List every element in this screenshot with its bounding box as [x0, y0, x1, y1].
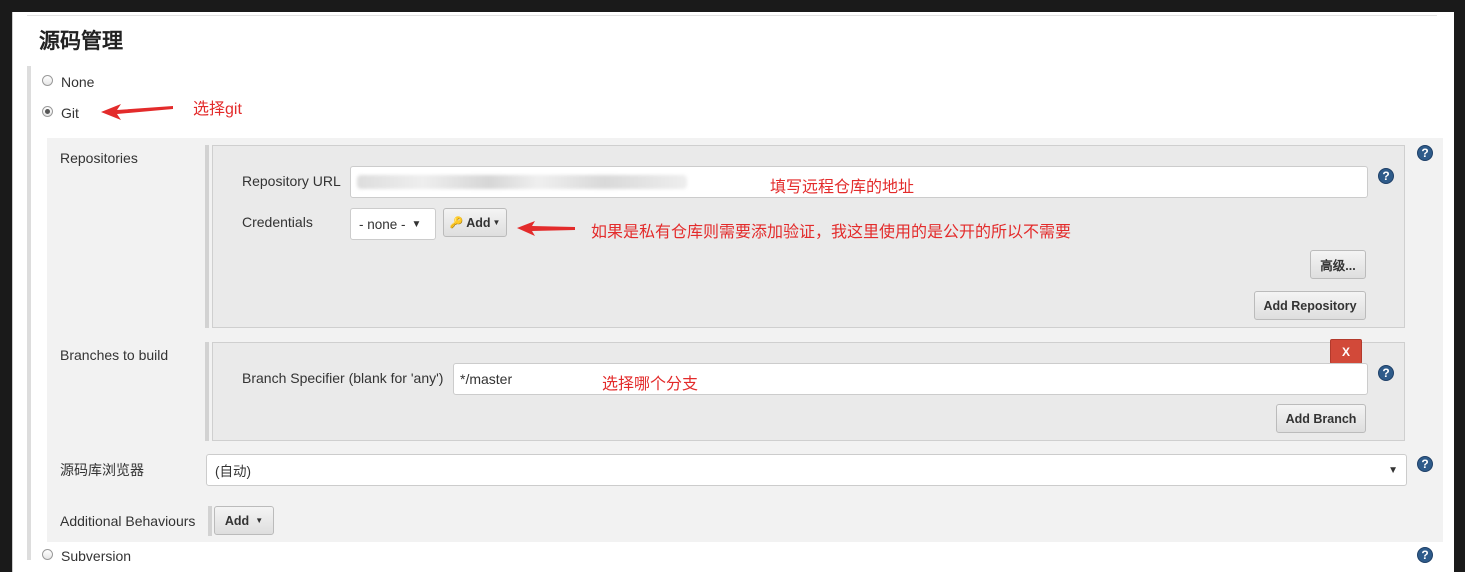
- scm-config-frame: 源码管理 None Git 选择git Repositories Reposit…: [12, 12, 1454, 572]
- section-title: 源码管理: [39, 30, 123, 53]
- branches-label: Branches to build: [60, 347, 169, 363]
- repository-url-label: Repository URL: [242, 173, 341, 189]
- annotation-branch: 选择哪个分支: [602, 376, 699, 393]
- branches-bar: [205, 342, 209, 441]
- behaviours-bar: [208, 506, 212, 536]
- section-left-bar: [27, 66, 31, 560]
- red-arrow-icon: [517, 221, 575, 236]
- chevron-down-icon: ▼: [255, 516, 264, 525]
- annotation-repo-url: 填写远程仓库的地址: [770, 179, 915, 196]
- delete-branch-button[interactable]: X: [1330, 339, 1362, 364]
- advanced-button[interactable]: 高级...: [1310, 250, 1366, 279]
- question-circle-icon[interactable]: ?: [1417, 456, 1433, 472]
- credentials-add-button[interactable]: 🔑 Add ▼: [443, 208, 507, 237]
- repositories-label: Repositories: [60, 150, 138, 166]
- question-circle-icon[interactable]: ?: [1417, 145, 1433, 161]
- question-circle-icon[interactable]: ?: [1378, 168, 1394, 184]
- radio-none-label[interactable]: None: [61, 74, 94, 90]
- credentials-selected: - none -: [359, 216, 406, 232]
- branch-specifier-input[interactable]: */master: [453, 363, 1368, 395]
- chevron-down-icon: ▼: [411, 218, 422, 230]
- credentials-label: Credentials: [242, 214, 313, 230]
- credentials-add-label: Add: [466, 215, 491, 230]
- radio-subversion[interactable]: [42, 549, 53, 560]
- additional-behaviours-add-button[interactable]: Add ▼: [214, 506, 274, 535]
- additional-behaviours-label: Additional Behaviours: [60, 513, 196, 529]
- additional-behaviours-add-label: Add: [224, 513, 250, 528]
- add-repository-button[interactable]: Add Repository: [1254, 291, 1366, 320]
- branch-specifier-label: Branch Specifier (blank for 'any'): [242, 370, 444, 386]
- add-branch-button[interactable]: Add Branch: [1276, 404, 1366, 433]
- chevron-down-icon: ▼: [1388, 464, 1398, 476]
- radio-none[interactable]: [42, 75, 53, 86]
- red-arrow-icon: [101, 104, 173, 120]
- repo-browser-select[interactable]: (自动) ▼: [206, 454, 1407, 486]
- radio-subversion-label[interactable]: Subversion: [61, 548, 131, 564]
- question-circle-icon[interactable]: ?: [1378, 365, 1394, 381]
- annotation-credentials: 如果是私有仓库则需要添加验证，我这里使用的是公开的所以不需要: [591, 224, 1072, 241]
- repo-browser-value: (自动): [215, 464, 251, 479]
- branch-specifier-value: */master: [460, 371, 513, 387]
- annotation-select-git: 选择git: [193, 101, 242, 118]
- key-icon: 🔑: [449, 217, 464, 229]
- radio-git[interactable]: [42, 106, 53, 117]
- chevron-down-icon: ▼: [492, 218, 501, 227]
- credentials-select[interactable]: - none - ▼: [350, 208, 436, 240]
- radio-git-label[interactable]: Git: [61, 105, 79, 121]
- blurred-url: [357, 175, 687, 189]
- top-divider: [27, 15, 1437, 16]
- repo-browser-label: 源码库浏览器: [60, 462, 144, 478]
- repositories-bar: [205, 145, 209, 328]
